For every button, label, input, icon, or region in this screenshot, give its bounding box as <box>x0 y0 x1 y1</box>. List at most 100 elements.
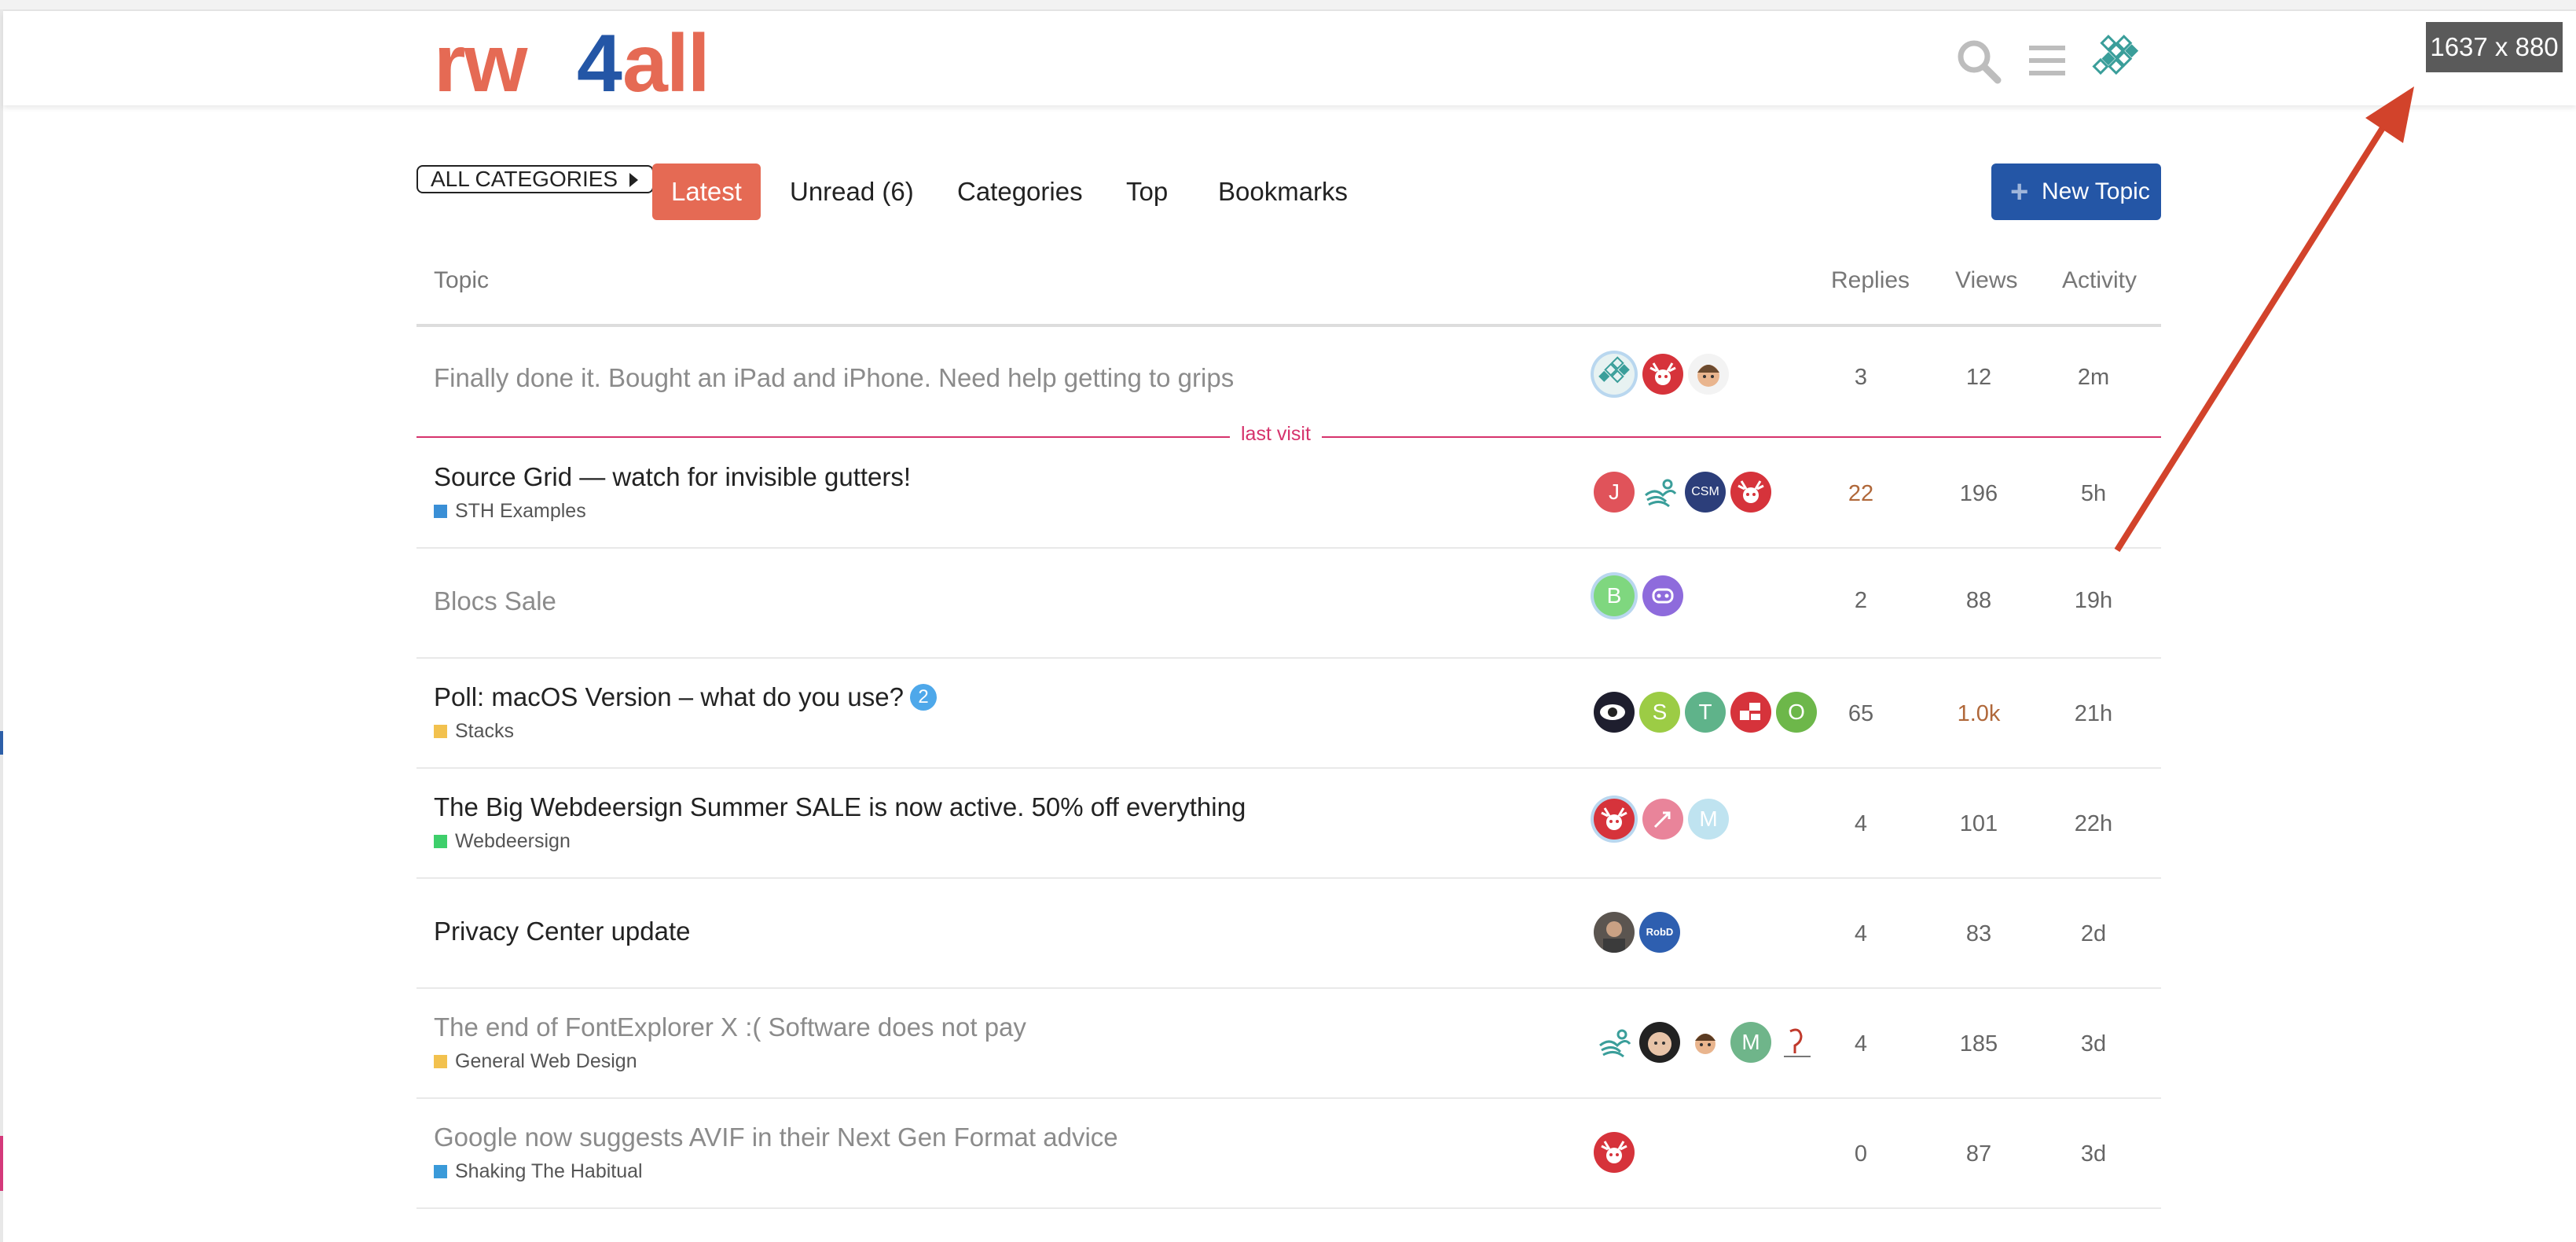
topic-nav: ALL CATEGORIES Latest Unread (6) Categor… <box>416 164 2161 220</box>
replies-count: 4 <box>1854 811 1868 836</box>
memoji-avatar[interactable] <box>1688 354 1729 395</box>
memoji-avatar[interactable] <box>1685 1022 1726 1063</box>
caret-right-icon <box>629 173 638 187</box>
poster-avatar[interactable]: M <box>1688 799 1729 840</box>
activity-time[interactable]: 2d <box>2046 921 2141 947</box>
views-count: 1.0k <box>1957 701 2001 726</box>
edge-marker <box>0 731 3 755</box>
bird-avatar[interactable] <box>1594 1022 1635 1063</box>
svg-text:all: all <box>622 27 709 97</box>
face-avatar[interactable] <box>1639 1022 1680 1063</box>
topic-list-header: Topic Replies Views Activity <box>416 259 2161 327</box>
replies-count: 4 <box>1854 921 1868 946</box>
category-swatch <box>434 725 447 738</box>
activity-time[interactable]: 2m <box>2046 365 2141 391</box>
table-row: Poll: macOS Version – what do you use? 2 … <box>416 659 2161 769</box>
site-header: rw 4 all rw 4all <box>3 11 2576 109</box>
column-replies[interactable]: Replies <box>1831 259 1910 302</box>
activity-time[interactable]: 21h <box>2046 701 2141 727</box>
hamburger-menu-icon[interactable] <box>2027 41 2067 84</box>
photo-avatar[interactable] <box>1594 912 1635 953</box>
topic-title-link[interactable]: The Big Webdeersign Summer SALE is now a… <box>434 792 1246 822</box>
table-row: Google now suggests AVIF in their Next G… <box>416 1099 2161 1209</box>
views-count: 196 <box>1959 481 1998 506</box>
tab-top[interactable]: Top <box>1126 164 1168 220</box>
poster-avatar[interactable] <box>1594 354 1635 395</box>
category-badge[interactable]: Shaking The Habitual <box>434 1160 643 1183</box>
category-badge[interactable]: Stacks <box>434 720 514 743</box>
search-icon[interactable] <box>1955 38 2002 89</box>
eye-avatar[interactable] <box>1594 692 1635 733</box>
svg-text:4: 4 <box>577 27 622 97</box>
sketch-avatar[interactable] <box>1776 1022 1817 1063</box>
category-swatch <box>434 1165 447 1178</box>
category-badge[interactable]: STH Examples <box>434 500 586 523</box>
replies-count: 3 <box>1854 365 1868 390</box>
all-categories-label: ALL CATEGORIES <box>431 167 618 191</box>
user-avatar-icon[interactable] <box>2087 33 2141 90</box>
table-row: Blocs Sale B 2 88 19h <box>416 549 2161 659</box>
blocks-avatar[interactable] <box>1730 692 1771 733</box>
new-topic-label: New Topic <box>2042 178 2150 204</box>
category-name: STH Examples <box>455 500 586 522</box>
bot-avatar[interactable] <box>1642 575 1683 616</box>
views-count: 83 <box>1965 921 1992 946</box>
category-swatch <box>434 505 447 518</box>
arrow-avatar[interactable] <box>1642 799 1683 840</box>
category-badge[interactable]: General Web Design <box>434 1050 637 1073</box>
svg-text:rw: rw <box>434 27 528 97</box>
poster-avatar[interactable]: RobD <box>1639 912 1680 953</box>
table-row: Privacy Center update RobD 4 83 2d <box>416 879 2161 989</box>
column-views[interactable]: Views <box>1955 259 2017 302</box>
deer-avatar[interactable] <box>1594 1132 1635 1173</box>
new-topic-button[interactable]: + New Topic <box>1991 164 2161 220</box>
tab-latest[interactable]: Latest <box>652 164 761 220</box>
all-categories-dropdown[interactable]: ALL CATEGORIES <box>416 165 654 193</box>
table-row: Source Grid — watch for invisible gutter… <box>416 439 2161 549</box>
topic-title-link[interactable]: Google now suggests AVIF in their Next G… <box>434 1123 1118 1152</box>
column-activity[interactable]: Activity <box>2062 259 2137 302</box>
replies-count: 65 <box>1848 701 1874 726</box>
plus-icon: + <box>2010 175 2029 209</box>
activity-time[interactable]: 3d <box>2046 1141 2141 1167</box>
topic-title-link[interactable]: Finally done it. Bought an iPad and iPho… <box>434 363 1234 393</box>
category-badge[interactable]: Webdeersign <box>434 830 571 853</box>
topic-title-link[interactable]: Poll: macOS Version – what do you use? 2 <box>434 682 937 712</box>
replies-count: 0 <box>1854 1141 1868 1167</box>
poster-avatar[interactable]: CSM <box>1685 472 1726 513</box>
table-row: The end of FontExplorer X :( Software do… <box>416 989 2161 1099</box>
tab-bookmarks[interactable]: Bookmarks <box>1218 164 1348 220</box>
poster-avatar[interactable]: O <box>1776 692 1817 733</box>
views-count: 12 <box>1965 365 1992 390</box>
topic-title-link[interactable]: Privacy Center update <box>434 917 691 946</box>
activity-time[interactable]: 19h <box>2046 588 2141 614</box>
activity-time[interactable]: 22h <box>2046 811 2141 837</box>
poster-avatar[interactable]: B <box>1594 575 1635 616</box>
topic-title-link[interactable]: The end of FontExplorer X :( Software do… <box>434 1012 1026 1042</box>
tab-categories[interactable]: Categories <box>957 164 1083 220</box>
activity-time[interactable]: 5h <box>2046 481 2141 507</box>
poster-avatar[interactable]: J <box>1594 472 1635 513</box>
category-name: Webdeersign <box>455 830 571 852</box>
topic-title-link[interactable]: Blocs Sale <box>434 586 556 616</box>
replies-count: 22 <box>1848 481 1874 506</box>
window-size-badge: 1637 x 880 <box>2426 22 2563 72</box>
deer-avatar[interactable] <box>1642 354 1683 395</box>
activity-time[interactable]: 3d <box>2046 1031 2141 1057</box>
column-topic[interactable]: Topic <box>434 259 489 302</box>
category-name: Shaking The Habitual <box>455 1160 643 1182</box>
tab-unread[interactable]: Unread (6) <box>790 164 914 220</box>
deer-avatar[interactable] <box>1594 799 1635 840</box>
category-swatch <box>434 835 447 848</box>
topic-title-link[interactable]: Source Grid — watch for invisible gutter… <box>434 462 911 492</box>
poster-avatar[interactable]: T <box>1685 692 1726 733</box>
deer-avatar[interactable] <box>1730 472 1771 513</box>
table-row: Finally done it. Bought an iPad and iPho… <box>416 325 2161 435</box>
poster-avatar[interactable]: S <box>1639 692 1680 733</box>
table-row: The Big Webdeersign Summer SALE is now a… <box>416 769 2161 879</box>
poster-avatar[interactable]: M <box>1730 1022 1771 1063</box>
unread-posts-badge[interactable]: 2 <box>910 684 937 711</box>
site-logo[interactable]: rw 4 all <box>434 18 732 109</box>
bird-avatar[interactable] <box>1639 472 1680 513</box>
views-count: 88 <box>1965 588 1992 613</box>
